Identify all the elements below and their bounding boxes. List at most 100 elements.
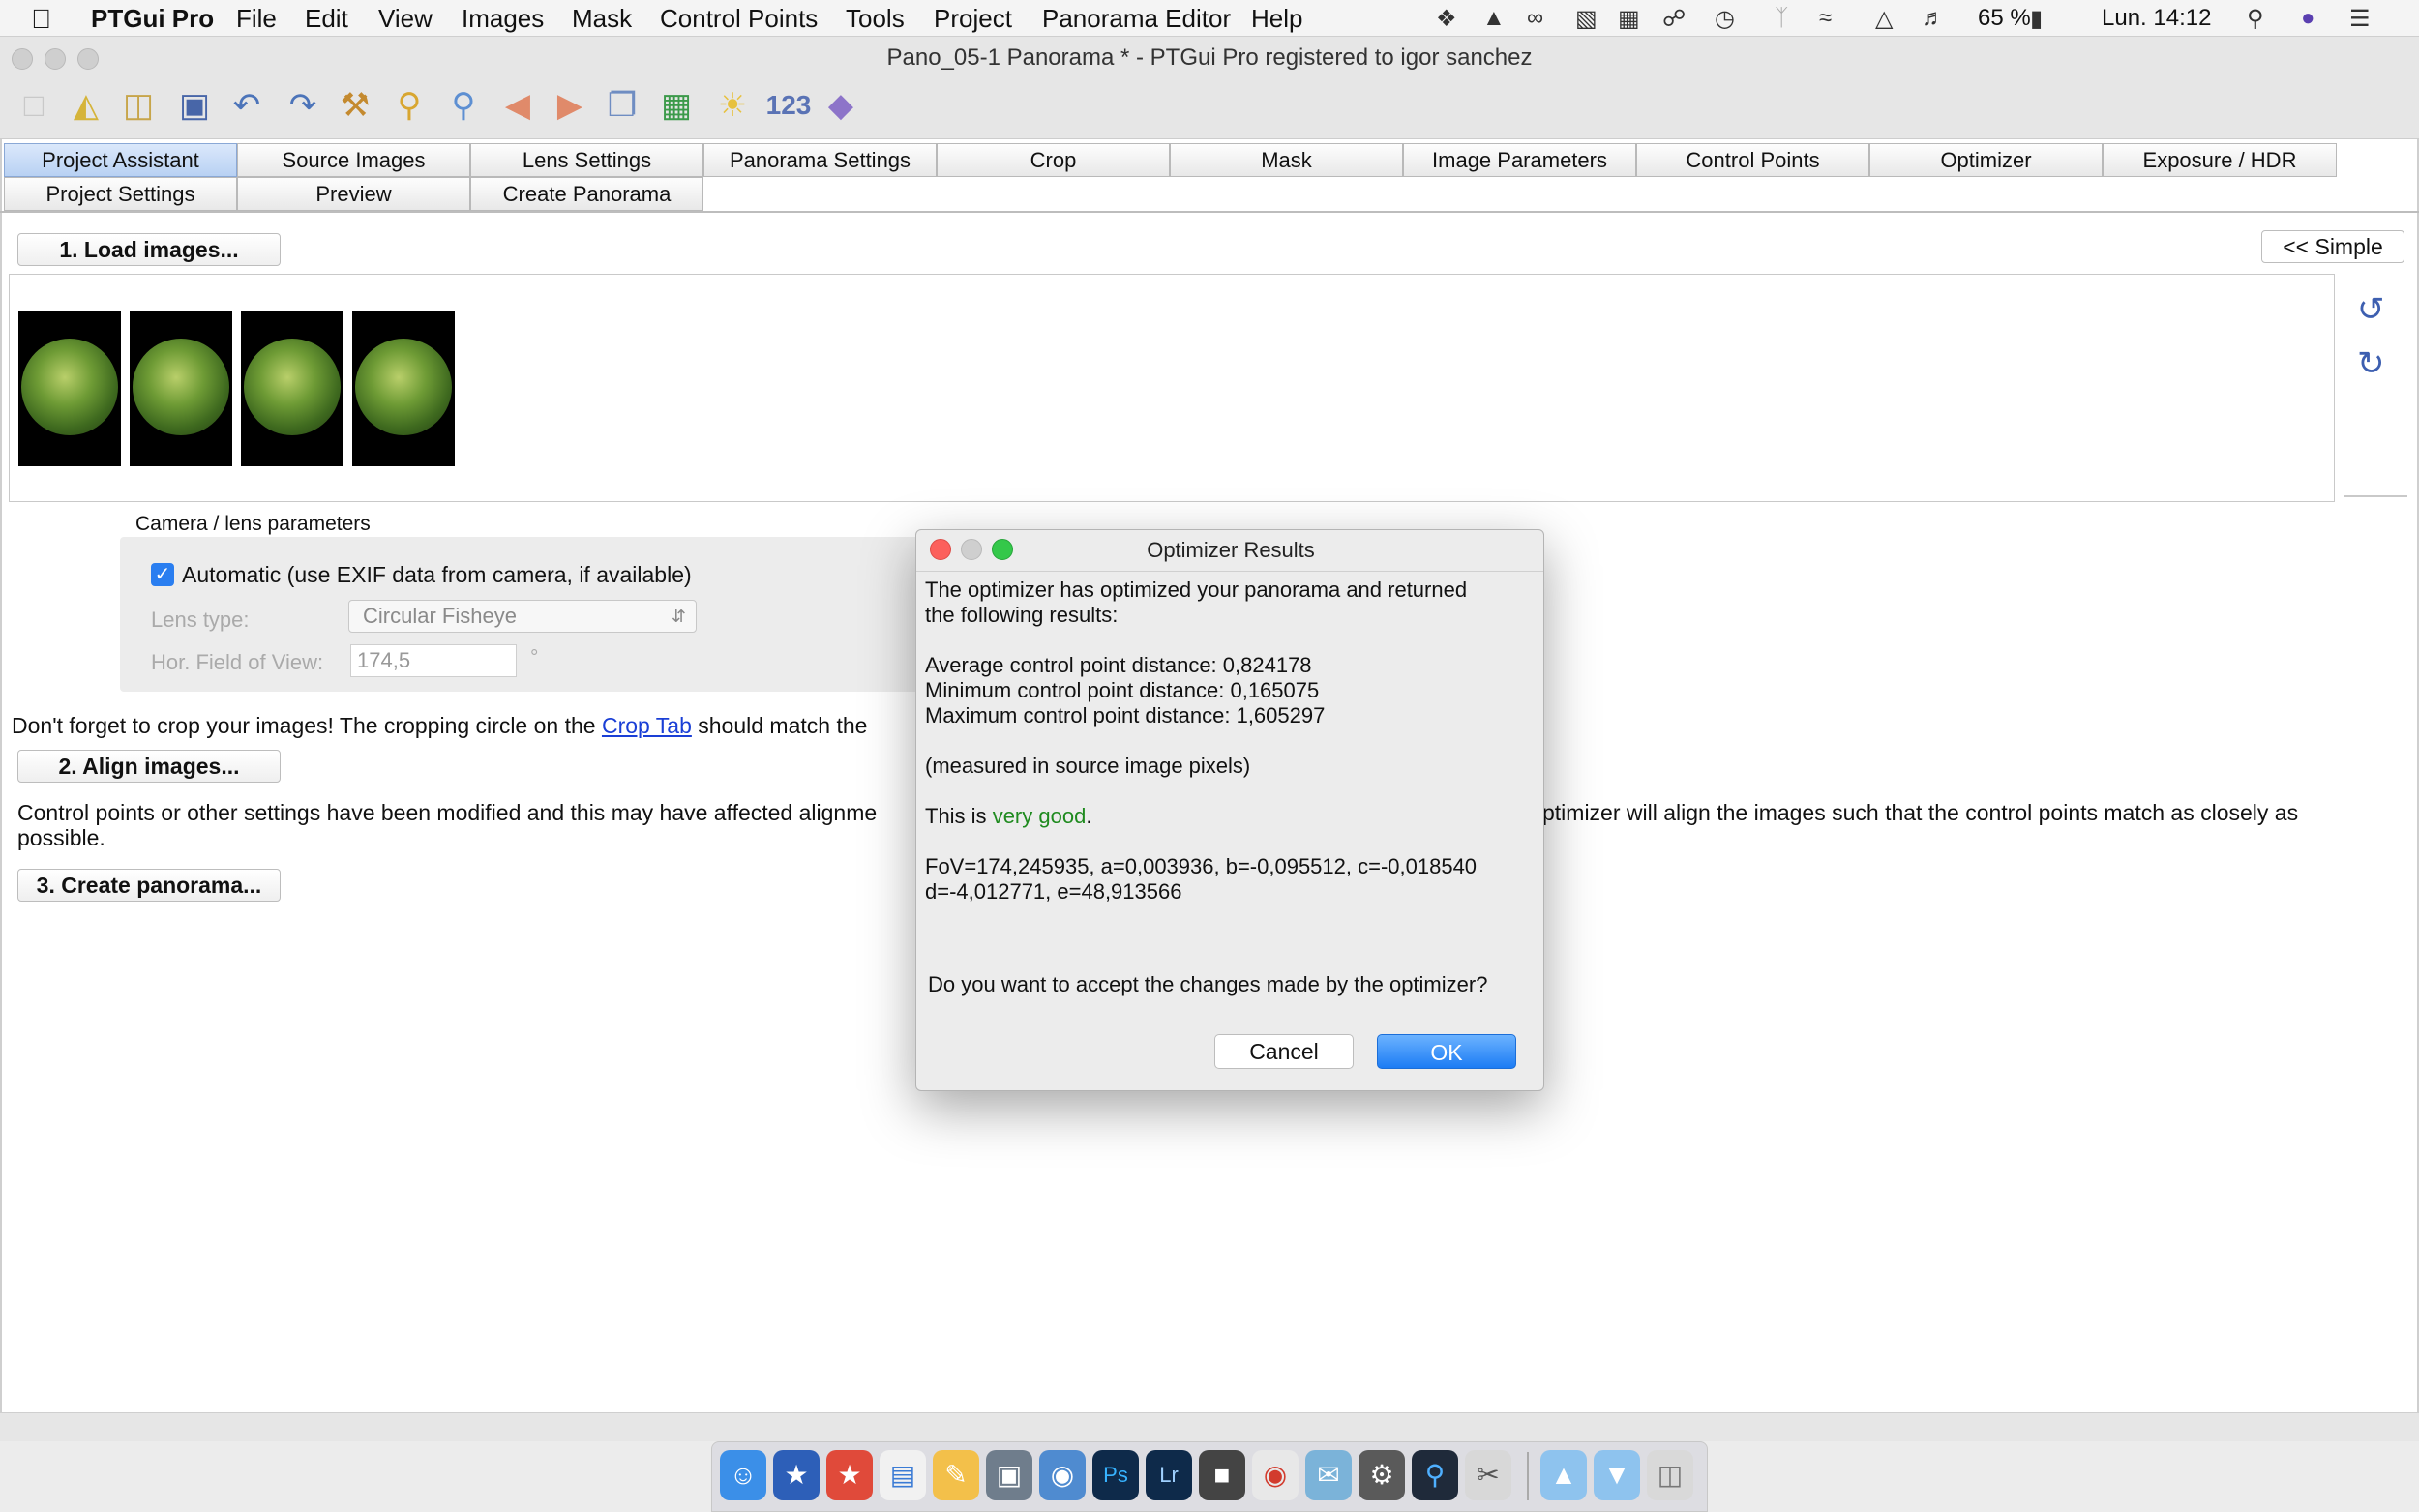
bookmarks-app-icon[interactable]: ★ [826,1450,873,1500]
image-thumbnail[interactable] [241,311,343,466]
trash-icon[interactable]: ◫ [1647,1450,1693,1500]
tab-optimizer[interactable]: Optimizer [1869,143,2103,177]
save-icon[interactable]: ▣ [172,83,217,128]
crop-hint: Don't forget to crop your images! The cr… [12,713,867,739]
automatic-exif-checkbox[interactable]: ✓ [151,563,174,586]
tab-mask[interactable]: Mask [1170,143,1403,177]
align-info-text: Control points or other settings have be… [17,800,878,825]
drive-icon[interactable]: ▲ [1482,5,1506,32]
table-icon[interactable]: ▦ [654,83,699,128]
screen-capture-icon[interactable]: ▦ [1618,5,1640,33]
bluetooth-icon[interactable]: ᛉ [1775,5,1788,32]
menu-edit[interactable]: Edit [305,4,348,34]
finder-icon[interactable]: ☺ [720,1450,766,1500]
new-project-icon[interactable]: □ [12,83,56,128]
dropbox-icon[interactable]: ❖ [1436,5,1457,33]
image-thumbnail[interactable] [130,311,232,466]
ptgui-icon[interactable]: ◉ [1039,1450,1086,1500]
tab-preview[interactable]: Preview [237,177,470,211]
zoom-out-icon[interactable]: ⚲ [441,83,486,128]
simple-mode-button[interactable]: << Simple [2261,230,2404,263]
min-distance-text: Minimum control point distance: 0,165075 [925,678,1320,702]
lens-type-select[interactable]: Circular Fisheye ⇵ [348,600,697,633]
apple-menu-icon[interactable]:  [31,4,51,35]
time-machine-icon[interactable]: ◷ [1715,5,1735,33]
menu-view[interactable]: View [378,4,433,34]
numbers-icon[interactable]: ▤ [880,1450,926,1500]
volume-icon[interactable]: ♬ [1922,5,1945,32]
battery-icon[interactable]: ▮ [2030,5,2043,33]
rotate-right-icon[interactable]: ↻ [2357,344,2385,383]
tab-project-assistant[interactable]: Project Assistant [4,143,237,177]
tools-icon[interactable]: ⚒ [333,83,377,128]
tab-source-images[interactable]: Source Images [237,143,470,177]
menu-app-name[interactable]: PTGui Pro [91,4,214,34]
menubar-clock[interactable]: Lun. 14:12 [2102,5,2211,32]
photoshop-icon[interactable]: Ps [1092,1450,1139,1500]
menu-images[interactable]: Images [462,4,544,34]
tab-exposure-hdr[interactable]: Exposure / HDR [2103,143,2337,177]
tab-lens-settings[interactable]: Lens Settings [470,143,703,177]
user-avatar-icon[interactable]: ● [2301,5,2315,32]
spotlight-search-icon[interactable]: ⚲ [2247,5,2264,33]
redo-icon[interactable]: ↷ [281,83,325,128]
tab-create-panorama[interactable]: Create Panorama [470,177,703,211]
menu-file[interactable]: File [236,4,277,34]
menu-help[interactable]: Help [1251,4,1302,34]
create-panorama-button[interactable]: 3. Create panorama... [17,869,281,902]
bookmark-icon[interactable]: ▧ [1575,5,1598,33]
open-project-icon[interactable]: ◭ [64,83,108,128]
tab-panorama-settings[interactable]: Panorama Settings [703,143,937,177]
undo-icon[interactable]: ↶ [224,83,269,128]
menu-tools[interactable]: Tools [846,4,905,34]
align-images-button[interactable]: 2. Align images... [17,750,281,783]
mail-icon[interactable]: ✉ [1305,1450,1352,1500]
help-book-icon[interactable]: ◆ [819,83,863,128]
scissors-app-icon[interactable]: ✂ [1465,1450,1511,1500]
tab-crop[interactable]: Crop [937,143,1170,177]
tips-bulb-icon[interactable]: ☀ [710,83,755,128]
image-thumbnail[interactable] [352,311,455,466]
imovie-icon[interactable]: ★ [773,1450,820,1500]
avg-distance-text: Average control point distance: 0,824178 [925,653,1312,677]
open-recent-icon[interactable]: ◫ [116,83,161,128]
tab-image-parameters[interactable]: Image Parameters [1403,143,1636,177]
share-icon[interactable]: ☍ [1662,5,1686,33]
menu-panorama-editor[interactable]: Panorama Editor [1042,4,1231,34]
numbering-toggle[interactable]: 123 [761,83,817,128]
crop-tab-link[interactable]: Crop Tab [602,713,692,738]
zoom-in-icon[interactable]: ⚲ [387,83,432,128]
image-thumbnail[interactable] [18,311,121,466]
wifi-icon[interactable]: ≈ [1819,5,1832,32]
notification-center-icon[interactable]: ☰ [2349,5,2371,33]
pages-app-icon[interactable]: ✎ [933,1450,979,1500]
preview-app-icon[interactable]: ▣ [986,1450,1032,1500]
applications-folder-icon[interactable]: ▲ [1540,1450,1587,1500]
previous-icon[interactable]: ◀ [495,83,540,128]
automatic-exif-label[interactable]: Automatic (use EXIF data from camera, if… [182,562,692,588]
next-icon[interactable]: ▶ [548,83,592,128]
rotate-left-icon[interactable]: ↺ [2357,290,2385,329]
pages-icon[interactable]: ❐ [600,83,644,128]
tab-control-points[interactable]: Control Points [1636,143,1869,177]
menu-project[interactable]: Project [934,4,1012,34]
airplay-icon[interactable]: △ [1875,5,1893,33]
menubar:  PTGui Pro File Edit View Images Mask C… [0,0,2419,37]
menu-mask[interactable]: Mask [572,4,632,34]
menu-control-points[interactable]: Control Points [660,4,818,34]
ok-button[interactable]: OK [1377,1034,1516,1069]
lightroom-icon[interactable]: Lr [1146,1450,1192,1500]
load-images-button[interactable]: 1. Load images... [17,233,281,266]
fisheye-image [244,339,341,435]
lrtimelapse-icon[interactable]: ■ [1199,1450,1245,1500]
verdict-line: This is very good. [925,804,1091,829]
cancel-button[interactable]: Cancel [1214,1034,1354,1069]
camera-group-label: Camera / lens parameters [135,513,371,535]
chrome-icon[interactable]: ◉ [1252,1450,1299,1500]
downloads-folder-icon[interactable]: ▼ [1594,1450,1640,1500]
tab-project-settings[interactable]: Project Settings [4,177,237,211]
hfov-input[interactable]: 174,5 [350,644,517,677]
system-preferences-icon[interactable]: ⚙ [1359,1450,1405,1500]
quicktime-icon[interactable]: ⚲ [1412,1450,1458,1500]
creative-cloud-icon[interactable]: ∞ [1527,5,1543,32]
